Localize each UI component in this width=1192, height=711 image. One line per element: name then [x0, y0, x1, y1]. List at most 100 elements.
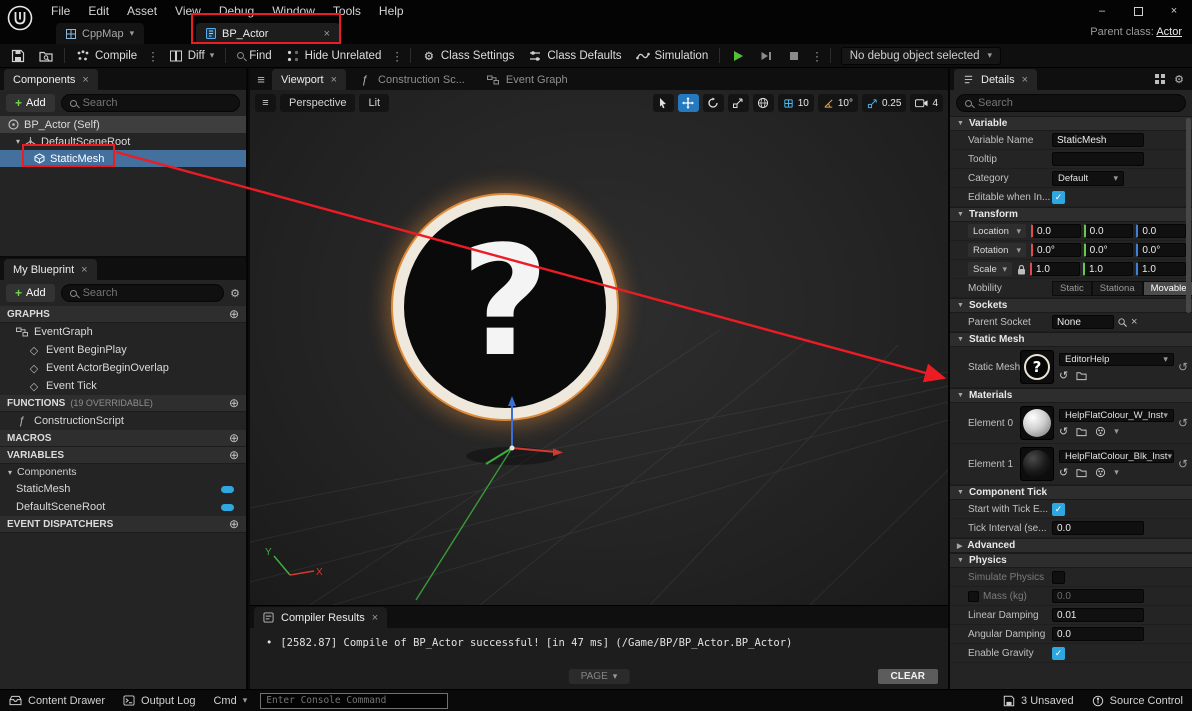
tab-compiler-results[interactable]: Compiler Results ×	[254, 607, 388, 628]
scale-x-field[interactable]: 1.0	[1030, 262, 1080, 276]
tab-cppmap[interactable]: CppMap ▾	[56, 23, 145, 44]
rotation-z-field[interactable]: 0.0°	[1136, 243, 1187, 257]
linear-damping-field[interactable]: 0.01	[1052, 608, 1144, 622]
function-row-constructionscript[interactable]: ƒ ConstructionScript	[0, 412, 246, 430]
reset-to-default-icon[interactable]: ↺	[1178, 360, 1188, 374]
clear-button[interactable]: CLEAR	[877, 669, 938, 684]
hide-unrelated-options-icon[interactable]: ⋮	[388, 49, 406, 63]
category-dropdown[interactable]: Default ▾	[1052, 170, 1124, 186]
use-selected-asset-icon[interactable]: ↺	[1059, 369, 1068, 382]
close-icon[interactable]: ×	[372, 612, 378, 624]
dock-menu-icon[interactable]: ≡	[250, 69, 272, 90]
element0-thumbnail[interactable]	[1020, 406, 1054, 440]
event-row-beginplay[interactable]: ◇ Event BeginPlay	[0, 341, 246, 359]
lock-icon[interactable]	[1017, 264, 1026, 275]
variable-row-defaultsceneroot[interactable]: DefaultSceneRoot	[0, 498, 246, 516]
details-search[interactable]	[956, 94, 1186, 112]
reset-to-default-icon[interactable]: ↺	[1178, 416, 1188, 430]
my-blueprint-search[interactable]	[60, 284, 225, 302]
parent-class-link[interactable]: Actor	[1156, 26, 1182, 38]
tab-components[interactable]: Components ×	[4, 69, 98, 90]
world-space-toggle-button[interactable]	[752, 94, 774, 112]
close-icon[interactable]: ×	[1156, 0, 1192, 22]
perspective-dropdown[interactable]: Perspective	[280, 94, 356, 112]
details-search-input[interactable]	[978, 97, 1177, 109]
component-row-bp-actor-self[interactable]: BP_Actor (Self)	[0, 116, 246, 133]
question-mark-mesh[interactable]: ?	[393, 195, 617, 419]
mobility-movable-option[interactable]: Movable	[1142, 280, 1192, 296]
tab-close-icon[interactable]: ×	[324, 28, 330, 40]
variables-section-header[interactable]: VARIABLES ⊕	[0, 447, 246, 464]
static-mesh-asset-dropdown[interactable]: EditorHelp ▾	[1059, 352, 1174, 366]
section-materials[interactable]: ▼ Materials	[950, 388, 1192, 403]
material-options-icon[interactable]	[1095, 426, 1106, 437]
browse-to-asset-icon[interactable]	[1076, 467, 1087, 478]
element1-asset-dropdown[interactable]: HelpFlatColour_Blk_Inst ▾	[1059, 449, 1174, 463]
add-event-dispatcher-icon[interactable]: ⊕	[229, 517, 239, 531]
tab-my-blueprint[interactable]: My Blueprint ×	[4, 259, 97, 280]
unsaved-button[interactable]: 3 Unsaved	[994, 690, 1083, 711]
close-icon[interactable]: ×	[82, 74, 88, 86]
browse-to-asset-icon[interactable]	[1076, 426, 1087, 437]
rotate-tool-button[interactable]	[702, 94, 724, 112]
add-variable-icon[interactable]: ⊕	[229, 448, 239, 462]
static-mesh-thumbnail[interactable]: ?	[1020, 350, 1054, 384]
menu-help[interactable]: Help	[370, 0, 413, 22]
mobility-static-option[interactable]: Static	[1052, 280, 1092, 296]
scale-y-field[interactable]: 1.0	[1083, 262, 1133, 276]
scale-dropdown[interactable]: Scale ▾	[968, 262, 1012, 276]
socket-browse-icon[interactable]	[1117, 317, 1128, 328]
scale-tool-button[interactable]	[727, 94, 749, 112]
event-row-tick[interactable]: ◇ Event Tick	[0, 377, 246, 395]
menu-tools[interactable]: Tools	[324, 0, 370, 22]
component-row-staticmesh[interactable]: StaticMesh	[0, 150, 246, 167]
console-command-input[interactable]	[266, 695, 443, 706]
variable-row-staticmesh[interactable]: StaticMesh	[0, 480, 246, 498]
scale-snap-control[interactable]: 0.25	[861, 94, 907, 112]
close-icon[interactable]: ×	[81, 264, 87, 276]
property-matrix-icon[interactable]	[1154, 73, 1166, 85]
event-row-actorbeginoverlap[interactable]: ◇ Event ActorBeginOverlap	[0, 359, 246, 377]
cmd-dropdown[interactable]: Cmd ▾	[204, 690, 256, 711]
section-variable[interactable]: ▼ Variable	[950, 116, 1192, 131]
viewport-menu-icon[interactable]: ≡	[255, 94, 276, 112]
details-scrollbar[interactable]	[1186, 118, 1191, 313]
section-advanced[interactable]: ▶ Advanced	[950, 538, 1192, 553]
play-options-icon[interactable]: ⋮	[808, 49, 826, 63]
enable-gravity-checkbox[interactable]: ✓	[1052, 646, 1065, 660]
find-button[interactable]: Find	[230, 44, 278, 67]
add-new-button[interactable]: + Add	[6, 284, 55, 302]
translate-gizmo[interactable]	[462, 390, 572, 470]
element1-thumbnail[interactable]	[1020, 447, 1054, 481]
socket-clear-icon[interactable]: ×	[1131, 316, 1137, 328]
section-component-tick[interactable]: ▼ Component Tick	[950, 485, 1192, 500]
editable-checkbox[interactable]: ✓	[1052, 190, 1065, 204]
add-component-button[interactable]: + Add	[6, 94, 55, 112]
variable-name-field[interactable]: StaticMesh	[1052, 133, 1144, 147]
start-tick-checkbox[interactable]: ✓	[1052, 502, 1065, 516]
scale-z-field[interactable]: 1.0	[1136, 262, 1186, 276]
my-blueprint-search-input[interactable]	[82, 287, 216, 299]
maximize-icon[interactable]	[1120, 0, 1156, 22]
minimize-icon[interactable]: –	[1084, 0, 1120, 22]
chevron-down-icon[interactable]: ▾	[1114, 467, 1119, 478]
location-z-field[interactable]: 0.0	[1136, 224, 1187, 238]
location-x-field[interactable]: 0.0	[1031, 224, 1081, 238]
source-control-button[interactable]: Source Control	[1083, 690, 1192, 711]
frame-skip-button[interactable]	[752, 44, 780, 67]
hide-unrelated-button[interactable]: Hide Unrelated	[279, 44, 389, 67]
menu-file[interactable]: File	[42, 0, 79, 22]
output-log-button[interactable]: Output Log	[114, 690, 204, 711]
select-tool-button[interactable]	[652, 94, 674, 112]
reset-to-default-icon[interactable]: ↺	[1178, 457, 1188, 471]
components-search-input[interactable]	[82, 97, 231, 109]
graph-row-eventgraph[interactable]: EventGraph	[0, 323, 246, 341]
console-command-box[interactable]	[260, 692, 449, 709]
tab-construction-script[interactable]: ƒ Construction Sc...	[350, 69, 474, 90]
variables-group-components[interactable]: ▾ Components	[0, 464, 246, 480]
section-physics[interactable]: ▼ Physics	[950, 553, 1192, 568]
event-dispatchers-section-header[interactable]: EVENT DISPATCHERS ⊕	[0, 516, 246, 533]
add-macro-icon[interactable]: ⊕	[229, 431, 239, 445]
angular-damping-field[interactable]: 0.0	[1052, 627, 1144, 641]
tick-interval-field[interactable]: 0.0	[1052, 521, 1144, 535]
